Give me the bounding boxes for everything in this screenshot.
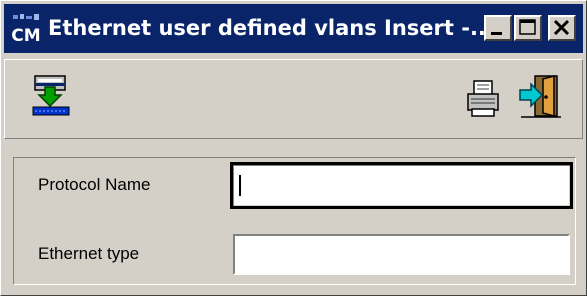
maximize-icon [519, 19, 536, 35]
minimize-icon [491, 32, 502, 35]
ethernet-type-label: Ethernet type [38, 244, 140, 263]
minimize-button[interactable] [484, 15, 512, 41]
dialog-window: CM Ethernet user defined vlans Insert -.… [0, 0, 587, 296]
form-panel: Protocol Name Ethernet type [13, 157, 576, 285]
maximize-button[interactable] [514, 15, 542, 41]
close-button[interactable] [548, 15, 576, 41]
exit-icon[interactable] [517, 73, 563, 119]
title-bar[interactable]: CM Ethernet user defined vlans Insert -.… [4, 4, 583, 53]
protocol-name-label: Protocol Name [38, 175, 151, 194]
text-cursor [239, 175, 241, 196]
protocol-name-input[interactable] [230, 162, 573, 209]
ethernet-type-input[interactable] [233, 234, 570, 275]
app-icon: CM [11, 13, 41, 45]
window-title: Ethernet user defined vlans Insert -... [48, 16, 494, 40]
app-icon-text: CM [11, 26, 40, 45]
insert-record-icon[interactable] [29, 73, 75, 119]
close-icon [553, 19, 570, 36]
print-icon[interactable] [465, 79, 501, 119]
toolbar [4, 59, 583, 139]
